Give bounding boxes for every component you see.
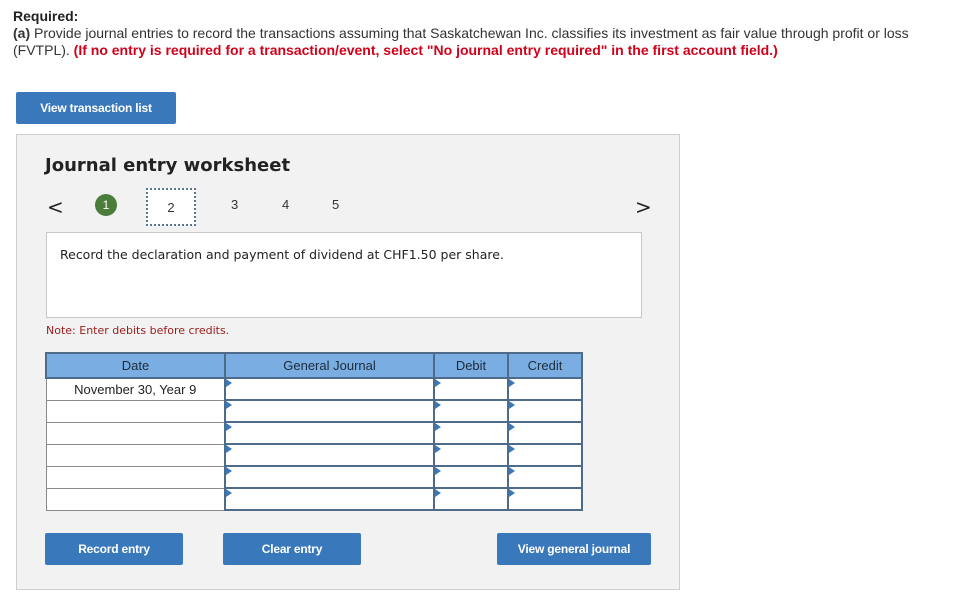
debit-input[interactable] [435,379,507,399]
debit-cell[interactable] [433,377,509,401]
dropdown-marker-icon [435,379,441,387]
journal-table: Date General Journal Debit Credit Novemb… [45,352,583,511]
dropdown-marker-icon [435,401,441,409]
journal-entry-worksheet-panel: Journal entry worksheet < 1 2 3 4 5 > Re… [16,134,680,590]
date-cell: November 30, Year 9 [45,377,226,401]
debit-input[interactable] [435,489,507,509]
account-cell[interactable] [224,487,435,511]
account-cell[interactable] [224,399,435,423]
part-label: (a) [13,25,31,41]
date-cell [45,487,226,511]
account-cell[interactable] [224,377,435,401]
header-date: Date [45,352,226,379]
dropdown-marker-icon [226,423,232,431]
header-credit: Credit [507,352,583,379]
account-cell[interactable] [224,443,435,467]
dropdown-marker-icon [509,467,515,475]
dropdown-marker-icon [226,401,232,409]
dropdown-marker-icon [509,401,515,409]
page-2-current[interactable]: 2 [146,188,196,226]
required-text: (a) Provide journal entries to record th… [13,25,963,59]
dropdown-marker-icon [509,445,515,453]
date-cell [45,465,226,489]
credit-input[interactable] [509,467,581,487]
transaction-description-box: Record the declaration and payment of di… [46,232,642,318]
chevron-right-icon[interactable]: > [635,195,652,219]
account-input[interactable] [226,379,433,399]
account-input[interactable] [226,401,433,421]
credit-cell[interactable] [507,443,583,467]
debit-cell[interactable] [433,465,509,489]
dropdown-marker-icon [509,423,515,431]
credit-input[interactable] [509,423,581,443]
dropdown-marker-icon [435,489,441,497]
required-title: Required: [13,8,79,24]
entry-pager: < 1 2 3 4 5 > [17,188,679,226]
account-cell[interactable] [224,421,435,445]
worksheet-title: Journal entry worksheet [45,155,291,176]
debit-cell[interactable] [433,443,509,467]
credit-input[interactable] [509,401,581,421]
dropdown-marker-icon [226,445,232,453]
page-3[interactable]: 3 [231,197,238,212]
account-input[interactable] [226,467,433,487]
debit-cell[interactable] [433,487,509,511]
credit-cell[interactable] [507,465,583,489]
debit-input[interactable] [435,467,507,487]
transaction-description: Record the declaration and payment of di… [60,247,504,262]
dropdown-marker-icon [226,467,232,475]
debit-input[interactable] [435,445,507,465]
dropdown-marker-icon [435,467,441,475]
dropdown-marker-icon [509,489,515,497]
date-cell [45,399,226,423]
account-input[interactable] [226,489,433,509]
view-general-journal-button[interactable]: View general journal [497,533,651,565]
table-row: November 30, Year 9 [45,377,583,401]
credit-cell[interactable] [507,421,583,445]
debit-input[interactable] [435,423,507,443]
chevron-left-icon[interactable]: < [47,195,64,219]
table-row [45,465,583,489]
record-entry-button[interactable]: Record entry [45,533,183,565]
warning-text: (If no entry is required for a transacti… [73,42,778,58]
dropdown-marker-icon [435,423,441,431]
required-instructions: Required: (a) Provide journal entries to… [13,8,963,59]
table-row [45,399,583,423]
table-row [45,421,583,445]
date-cell [45,421,226,445]
debit-input[interactable] [435,401,507,421]
credit-cell[interactable] [507,377,583,401]
table-header-row: Date General Journal Debit Credit [45,352,583,379]
dropdown-marker-icon [226,379,232,387]
credit-input[interactable] [509,445,581,465]
credit-cell[interactable] [507,399,583,423]
view-transaction-list-button[interactable]: View transaction list [16,92,176,124]
page-5[interactable]: 5 [332,197,339,212]
credit-input[interactable] [509,379,581,399]
dropdown-marker-icon [509,379,515,387]
date-cell [45,443,226,467]
account-input[interactable] [226,423,433,443]
debits-note: Note: Enter debits before credits. [46,324,230,337]
table-row [45,443,583,467]
page-1-completed[interactable]: 1 [95,194,117,216]
table-row [45,487,583,511]
page-4[interactable]: 4 [282,197,289,212]
debit-cell[interactable] [433,399,509,423]
account-cell[interactable] [224,465,435,489]
clear-entry-button[interactable]: Clear entry [223,533,361,565]
credit-cell[interactable] [507,487,583,511]
debit-cell[interactable] [433,421,509,445]
account-input[interactable] [226,445,433,465]
dropdown-marker-icon [435,445,441,453]
credit-input[interactable] [509,489,581,509]
dropdown-marker-icon [226,489,232,497]
header-general-journal: General Journal [224,352,435,379]
header-debit: Debit [433,352,509,379]
